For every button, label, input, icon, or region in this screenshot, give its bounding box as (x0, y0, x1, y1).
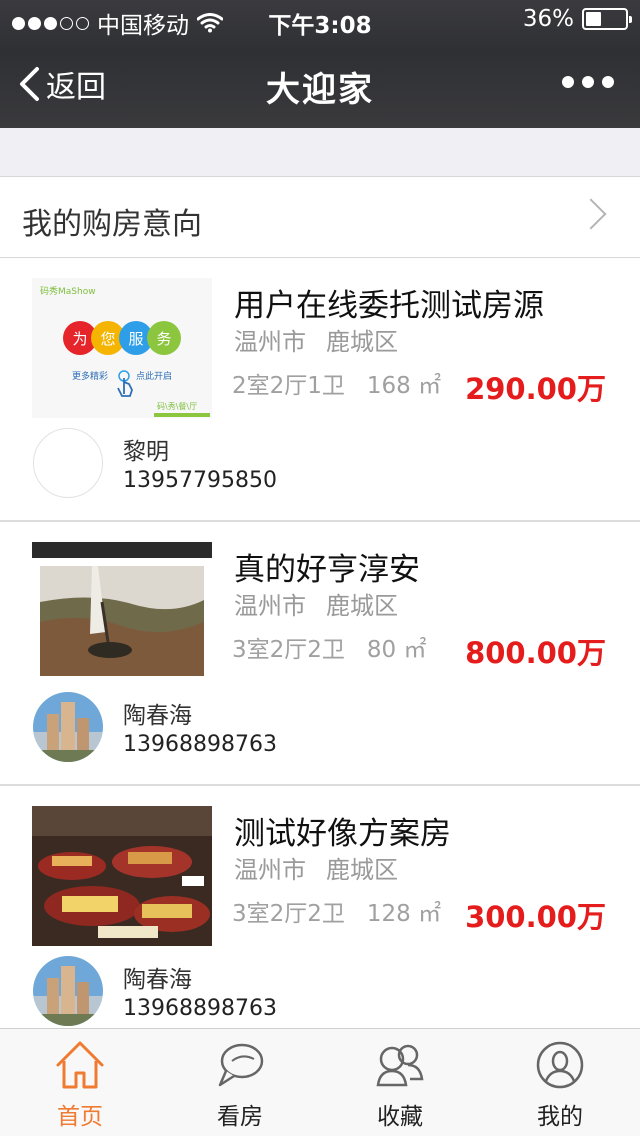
more-options-icon[interactable] (562, 76, 614, 88)
status-right: 36% (522, 6, 632, 32)
tab-home-label: 首页 (57, 1104, 103, 1130)
chat-bubble-icon (218, 1043, 264, 1087)
listing-card[interactable]: 真的好亨淳安 温州市 鹿城区 3室2厅2卫 80 ㎡ 800.00万 陶春海 139 (0, 522, 640, 786)
listing-rooms: 3室2厅2卫 (232, 637, 345, 663)
tab-favorites[interactable]: 收藏 (320, 1029, 480, 1136)
thumb-brand-text: 码秀MaShow (40, 285, 96, 297)
svg-text:更多精彩: 更多精彩 (72, 370, 108, 382)
tab-favorites-label: 收藏 (377, 1104, 423, 1130)
listing-district: 鹿城区 (326, 328, 398, 356)
svg-text:码\秀\餐\厅: 码\秀\餐\厅 (157, 401, 197, 411)
svg-text:您: 您 (100, 330, 115, 348)
home-icon (56, 1041, 104, 1089)
page-title: 大迎家 (266, 70, 374, 110)
listing-specs: 3室2厅2卫 80 ㎡ (232, 630, 426, 664)
listing-rooms: 2室2厅1卫 (232, 373, 345, 399)
svg-text:点此开启: 点此开启 (136, 370, 172, 382)
agent-avatar[interactable] (33, 692, 103, 762)
listing-city: 温州市 (234, 856, 306, 884)
listing-card[interactable]: 测试好像方案房 温州市 鹿城区 3室2厅2卫 128 ㎡ 300.00万 陶春海 1 (0, 786, 640, 1050)
listing-district: 鹿城区 (326, 856, 398, 884)
agent-phone[interactable]: 13957795850 (123, 468, 277, 493)
listing-price: 800.00万 (465, 636, 606, 670)
svg-text:服: 服 (128, 330, 143, 348)
listing-title: 测试好像方案房 (234, 816, 451, 852)
listing-city: 温州市 (234, 328, 306, 356)
chevron-right-icon (575, 198, 607, 230)
listing-rooms: 3室2厅2卫 (232, 901, 345, 927)
listing-district: 鹿城区 (326, 592, 398, 620)
app-screen: 中国移动 下午3:08 36% 返回 大迎家 我的购房意向 码秀MaShow 为… (0, 0, 640, 1136)
agent-name: 陶春海 (123, 703, 192, 729)
top-bar: 中国移动 下午3:08 36% 返回 大迎家 (0, 0, 640, 128)
favorites-icon (376, 1044, 424, 1087)
listing-price: 290.00万 (465, 372, 606, 406)
listing-price: 300.00万 (465, 900, 606, 934)
battery-icon (582, 8, 632, 30)
listing-photo (32, 542, 212, 682)
agent-avatar[interactable] (33, 428, 103, 498)
battery-percent: 36% (522, 6, 574, 32)
agent-phone[interactable]: 13968898763 (123, 732, 277, 757)
listing-area: 128 ㎡ (366, 901, 442, 927)
tab-viewing[interactable]: 看房 (160, 1029, 320, 1136)
tab-viewing-label: 看房 (217, 1104, 263, 1130)
agent-name: 黎明 (123, 439, 169, 465)
navigation-bar: 返回 大迎家 (0, 40, 640, 128)
status-bar: 中国移动 下午3:08 36% (0, 0, 640, 40)
listing-location: 温州市 鹿城区 (234, 586, 398, 621)
tab-mine[interactable]: 我的 (480, 1029, 640, 1136)
agent-phone[interactable]: 13968898763 (123, 996, 277, 1021)
purchase-intention-row[interactable]: 我的购房意向 (0, 176, 640, 258)
listing-card[interactable]: 码秀MaShow 为 您 服 务 更多精彩 点此开启 码\秀\餐\厅 用户在线委… (0, 258, 640, 522)
listing-title: 用户在线委托测试房源 (234, 288, 544, 324)
listing-location: 温州市 鹿城区 (234, 850, 398, 885)
agent-name: 陶春海 (123, 967, 192, 993)
listing-area: 168 ㎡ (366, 373, 442, 399)
listing-area: 80 ㎡ (366, 637, 427, 663)
tab-mine-label: 我的 (537, 1104, 583, 1130)
agent-avatar[interactable] (33, 956, 103, 1026)
svg-text:务: 务 (156, 330, 171, 348)
purchase-intention-label: 我的购房意向 (22, 207, 202, 242)
listing-specs: 3室2厅2卫 128 ㎡ (232, 894, 441, 928)
user-icon (536, 1041, 584, 1089)
listing-photo: 码秀MaShow 为 您 服 务 更多精彩 点此开启 码\秀\餐\厅 (32, 278, 212, 418)
tab-bar: 首页 看房 收藏 我的 (0, 1028, 640, 1136)
tab-home[interactable]: 首页 (0, 1029, 160, 1136)
listing-title: 真的好亨淳安 (234, 552, 420, 588)
svg-text:为: 为 (72, 330, 87, 348)
listing-photo (32, 806, 212, 946)
listing-specs: 2室2厅1卫 168 ㎡ (232, 366, 441, 400)
listing-list: 码秀MaShow 为 您 服 务 更多精彩 点此开启 码\秀\餐\厅 用户在线委… (0, 258, 640, 1050)
listing-city: 温州市 (234, 592, 306, 620)
listing-location: 温州市 鹿城区 (234, 322, 398, 357)
